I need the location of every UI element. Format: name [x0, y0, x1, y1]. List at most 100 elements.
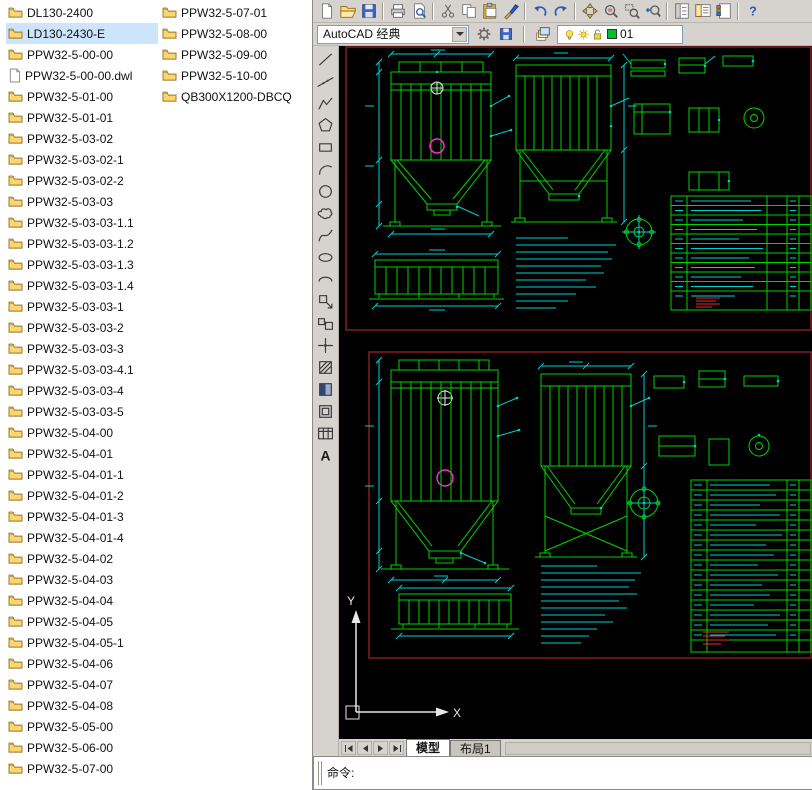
- insert-block-tool-button[interactable]: [315, 291, 337, 312]
- pan-button[interactable]: [579, 1, 600, 21]
- spline-tool-button[interactable]: [315, 225, 337, 246]
- gradient-tool-button[interactable]: [315, 379, 337, 400]
- ellipse-arc-tool-button[interactable]: [315, 269, 337, 290]
- file-item[interactable]: LD130-2430-E: [6, 23, 158, 44]
- tab-first-button[interactable]: [341, 741, 356, 755]
- tab-last-button[interactable]: [389, 741, 404, 755]
- file-item[interactable]: PPW32-5-03-03-1: [6, 296, 158, 317]
- tab-model[interactable]: 模型: [406, 739, 450, 756]
- text-tool-button[interactable]: A: [315, 445, 337, 466]
- undo-icon: [531, 2, 549, 20]
- workspace-settings-button[interactable]: [473, 24, 494, 44]
- file-name: PPW32-5-04-01-4: [27, 531, 124, 545]
- cut-button[interactable]: [437, 1, 458, 21]
- line-tool-button[interactable]: [315, 49, 337, 70]
- file-item[interactable]: PPW32-5-04-01: [6, 443, 158, 464]
- hatch-tool-button[interactable]: [315, 357, 337, 378]
- file-item[interactable]: PPW32-5-03-03-5: [6, 401, 158, 422]
- file-item[interactable]: PPW32-5-10-00: [160, 65, 310, 86]
- make-block-tool-button[interactable]: [315, 313, 337, 334]
- point-tool-button[interactable]: [315, 335, 337, 356]
- region-tool-button[interactable]: [315, 401, 337, 422]
- zoom-realtime-button[interactable]: [600, 1, 621, 21]
- file-item[interactable]: PPW32-5-03-02: [6, 128, 158, 149]
- file-item[interactable]: PPW32-5-03-03-1.3: [6, 254, 158, 275]
- polygon-tool-button[interactable]: [315, 115, 337, 136]
- file-item[interactable]: PPW32-5-03-03-4.1: [6, 359, 158, 380]
- file-item[interactable]: PPW32-5-03-03-4: [6, 380, 158, 401]
- undo-button[interactable]: [529, 1, 550, 21]
- file-item[interactable]: PPW32-5-08-00: [160, 23, 310, 44]
- file-item[interactable]: PPW32-5-04-03: [6, 569, 158, 590]
- file-item[interactable]: PPW32-5-04-04: [6, 590, 158, 611]
- file-item[interactable]: PPW32-5-04-00: [6, 422, 158, 443]
- file-item[interactable]: PPW32-5-04-01-4: [6, 527, 158, 548]
- rectangle-tool-button[interactable]: [315, 137, 337, 158]
- file-item[interactable]: PPW32-5-05-00: [6, 716, 158, 737]
- command-line[interactable]: 命令:: [313, 756, 812, 790]
- tab-layout1[interactable]: 布局1: [450, 740, 501, 756]
- file-item[interactable]: PPW32-5-00-00: [6, 44, 158, 65]
- layers-button[interactable]: [532, 24, 553, 44]
- file-item[interactable]: PPW32-5-04-01-1: [6, 464, 158, 485]
- match-properties-button[interactable]: [500, 1, 521, 21]
- revision-cloud-tool-button[interactable]: [315, 203, 337, 224]
- workspace-combo[interactable]: AutoCAD 经典: [317, 25, 469, 44]
- zoom-previous-button[interactable]: [642, 1, 663, 21]
- construction-line-tool-button[interactable]: [315, 71, 337, 92]
- file-item[interactable]: QB300X1200-DBCQ: [160, 86, 310, 107]
- file-name: PPW32-5-03-02-2: [27, 174, 124, 188]
- tab-prev-button[interactable]: [357, 741, 372, 755]
- file-item[interactable]: PPW32-5-04-02: [6, 548, 158, 569]
- file-item[interactable]: PPW32-5-03-03-2: [6, 317, 158, 338]
- file-item[interactable]: PPW32-5-04-08: [6, 695, 158, 716]
- drawing-canvas[interactable]: Y X: [339, 46, 812, 739]
- command-window-grip[interactable]: [318, 761, 322, 785]
- file-item[interactable]: PPW32-5-04-01-3: [6, 506, 158, 527]
- file-item[interactable]: PPW32-5-06-00: [6, 737, 158, 758]
- file-item[interactable]: PPW32-5-00-00.dwl: [6, 65, 158, 86]
- layer-control[interactable]: 01: [557, 25, 683, 44]
- file-item[interactable]: PPW32-5-03-03-3: [6, 338, 158, 359]
- tool-palettes-button[interactable]: [713, 1, 734, 21]
- file-item[interactable]: PPW32-5-07-01: [160, 2, 310, 23]
- file-item[interactable]: PPW32-5-03-03-1.4: [6, 275, 158, 296]
- circle-tool-button[interactable]: [315, 181, 337, 202]
- designcenter-button[interactable]: [692, 1, 713, 21]
- arc-tool-button[interactable]: [315, 159, 337, 180]
- file-item[interactable]: PPW32-5-07-00: [6, 758, 158, 779]
- workspace-save-button[interactable]: [495, 24, 516, 44]
- file-item[interactable]: PPW32-5-01-01: [6, 107, 158, 128]
- zoom-window-button[interactable]: [621, 1, 642, 21]
- file-item[interactable]: PPW32-5-04-06: [6, 653, 158, 674]
- file-item[interactable]: PPW32-5-04-05: [6, 611, 158, 632]
- file-item[interactable]: PPW32-5-09-00: [160, 44, 310, 65]
- ellipse-tool-button[interactable]: [315, 247, 337, 268]
- file-item[interactable]: DL130-2400: [6, 2, 158, 23]
- file-item[interactable]: PPW32-5-03-03-1.1: [6, 212, 158, 233]
- preview-button[interactable]: [408, 1, 429, 21]
- table-tool-button[interactable]: [315, 423, 337, 444]
- copy-button[interactable]: [458, 1, 479, 21]
- file-item[interactable]: PPW32-5-03-03-1.2: [6, 233, 158, 254]
- new-file-button[interactable]: [316, 1, 337, 21]
- open-folder-button[interactable]: [337, 1, 358, 21]
- file-item[interactable]: PPW32-5-04-01-2: [6, 485, 158, 506]
- file-item[interactable]: PPW32-5-03-03: [6, 191, 158, 212]
- properties-button[interactable]: [671, 1, 692, 21]
- plot-button[interactable]: [387, 1, 408, 21]
- paste-button[interactable]: [479, 1, 500, 21]
- save-button[interactable]: [358, 1, 379, 21]
- polyline-tool-button[interactable]: [315, 93, 337, 114]
- file-item[interactable]: PPW32-5-01-00: [6, 86, 158, 107]
- tab-next-button[interactable]: [373, 741, 388, 755]
- file-item[interactable]: PPW32-5-03-02-1: [6, 149, 158, 170]
- file-item[interactable]: PPW32-5-04-05-1: [6, 632, 158, 653]
- chevron-down-icon[interactable]: [452, 27, 467, 42]
- horizontal-scrollbar[interactable]: [505, 742, 811, 755]
- file-item[interactable]: PPW32-5-04-07: [6, 674, 158, 695]
- help-button[interactable]: ?: [742, 1, 763, 21]
- file-item[interactable]: PPW32-5-03-02-2: [6, 170, 158, 191]
- redo-button[interactable]: [550, 1, 571, 21]
- folder-icon: [8, 573, 23, 586]
